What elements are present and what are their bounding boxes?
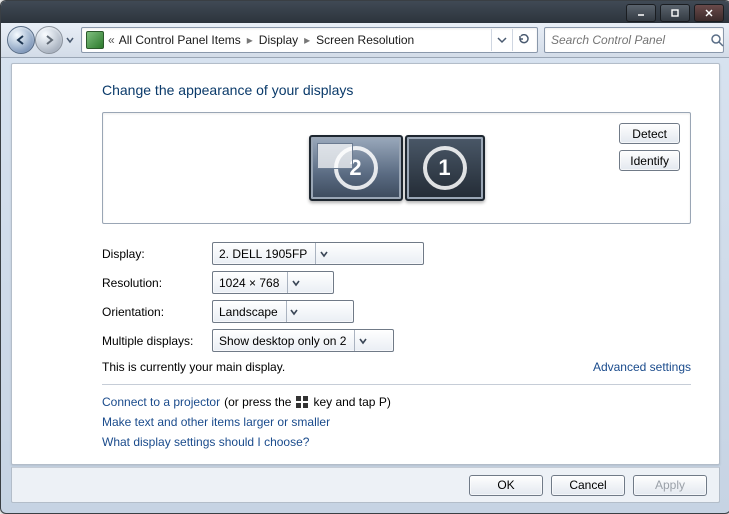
chevron-down-icon	[287, 272, 303, 293]
breadcrumb-item[interactable]: Display	[259, 33, 298, 47]
orientation-select[interactable]: Landscape	[212, 300, 354, 323]
resolution-label: Resolution:	[102, 276, 212, 290]
monitor-2-thumbnail[interactable]: 2	[309, 135, 403, 201]
address-bar[interactable]: « All Control Panel Items ▸ Display ▸ Sc…	[81, 27, 538, 53]
command-bar: OK Cancel Apply	[11, 467, 720, 503]
monitor-number: 1	[438, 155, 450, 181]
text-size-link[interactable]: Make text and other items larger or smal…	[102, 415, 330, 429]
address-dropdown-button[interactable]	[491, 29, 512, 51]
search-input[interactable]	[549, 32, 710, 48]
minimize-button[interactable]	[626, 4, 656, 22]
title-bar	[1, 1, 729, 23]
multiple-displays-label: Multiple displays:	[102, 334, 212, 348]
multiple-displays-select-value: Show desktop only on 2	[219, 334, 346, 348]
cancel-button[interactable]: Cancel	[551, 475, 625, 496]
identify-button[interactable]: Identify	[619, 150, 680, 171]
chevron-down-icon	[354, 330, 370, 351]
breadcrumb-item[interactable]: All Control Panel Items	[119, 33, 241, 47]
projector-hint-a: (or press the	[224, 395, 291, 409]
chevron-right-icon: ▸	[245, 33, 255, 47]
projector-hint-b: key and tap P)	[313, 395, 390, 409]
orientation-select-value: Landscape	[219, 305, 278, 319]
content-panel: Change the appearance of your displays 2…	[11, 63, 720, 465]
windows-key-icon	[295, 395, 309, 409]
display-label: Display:	[102, 247, 212, 261]
page-title: Change the appearance of your displays	[102, 82, 691, 98]
advanced-settings-link[interactable]: Advanced settings	[593, 360, 691, 374]
refresh-button[interactable]	[512, 29, 533, 51]
chevron-down-icon	[315, 243, 331, 264]
display-settings-help-link[interactable]: What display settings should I choose?	[102, 435, 309, 449]
ok-button[interactable]: OK	[469, 475, 543, 496]
apply-button[interactable]: Apply	[633, 475, 707, 496]
multiple-displays-select[interactable]: Show desktop only on 2	[212, 329, 394, 352]
search-icon	[710, 33, 724, 47]
close-button[interactable]	[694, 4, 724, 22]
resolution-select[interactable]: 1024 × 768	[212, 271, 334, 294]
display-select-value: 2. DELL 1905FP	[219, 247, 307, 261]
display-select[interactable]: 2. DELL 1905FP	[212, 242, 424, 265]
forward-button[interactable]	[35, 26, 63, 54]
orientation-label: Orientation:	[102, 305, 212, 319]
detect-button[interactable]: Detect	[619, 123, 680, 144]
monitor-1-thumbnail[interactable]: 1	[405, 135, 485, 201]
window-frame: « All Control Panel Items ▸ Display ▸ Sc…	[0, 0, 729, 514]
display-preview: 2 1 Detect Identify	[102, 112, 691, 224]
recent-locations-button[interactable]	[65, 36, 75, 44]
separator	[102, 384, 691, 385]
connect-projector-link[interactable]: Connect to a projector	[102, 395, 220, 409]
resolution-select-value: 1024 × 768	[219, 276, 279, 290]
maximize-button[interactable]	[660, 4, 690, 22]
breadcrumb-item[interactable]: Screen Resolution	[316, 33, 414, 47]
chevron-right-icon: ▸	[302, 33, 312, 47]
monitor-number: 2	[349, 155, 361, 181]
main-display-note: This is currently your main display.	[102, 360, 285, 374]
navigation-bar: « All Control Panel Items ▸ Display ▸ Sc…	[1, 23, 729, 58]
search-box[interactable]	[544, 27, 724, 53]
control-panel-icon	[86, 31, 104, 49]
back-button[interactable]	[7, 26, 35, 54]
chevron-down-icon	[286, 301, 302, 322]
breadcrumb-root[interactable]: «	[108, 33, 115, 47]
